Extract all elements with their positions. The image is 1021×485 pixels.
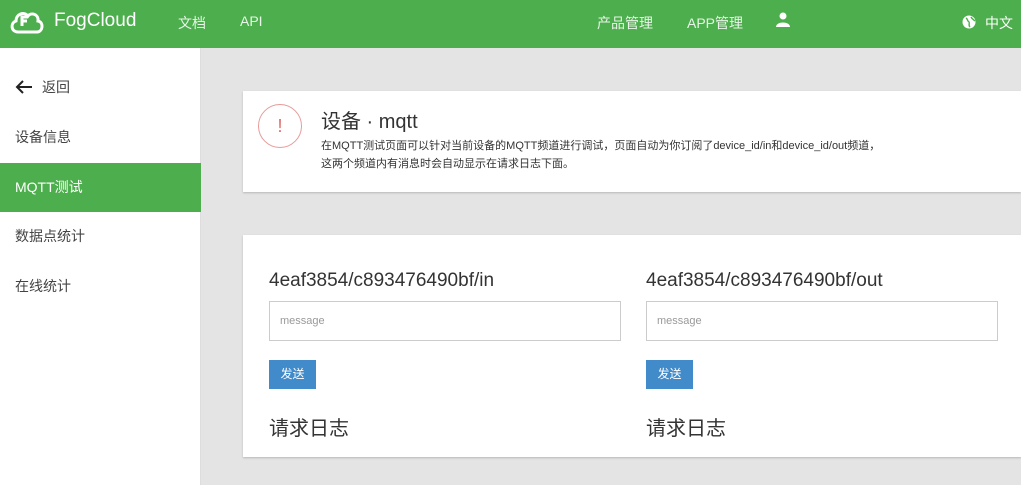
message-in-input[interactable] xyxy=(269,301,621,341)
back-link[interactable]: 返回 xyxy=(0,63,201,112)
arrow-left-icon xyxy=(15,80,32,94)
description-line: 在MQTT测试页面可以针对当前设备的MQTT频道进行调试，页面自动为你订阅了de… xyxy=(321,140,881,152)
nav-product-management[interactable]: 产品管理 xyxy=(597,13,653,33)
back-label: 返回 xyxy=(42,79,70,95)
sidebar-item-device-info[interactable]: 设备信息 xyxy=(0,113,201,162)
sidebar-item-mqtt-test[interactable]: MQTT测试 xyxy=(0,163,201,212)
request-log-out-title: 请求日志 xyxy=(646,418,726,440)
page-title: 设备 · mqtt xyxy=(321,111,418,133)
language-switch[interactable]: 中文 xyxy=(985,13,1013,33)
info-card: ! 设备 · mqtt 在MQTT测试页面可以针对当前设备的MQTT频道进行调试… xyxy=(243,91,1021,192)
warning-icon: ! xyxy=(258,104,302,148)
sidebar-item-online-stats[interactable]: 在线统计 xyxy=(0,262,201,311)
request-log-in-title: 请求日志 xyxy=(269,418,349,440)
sidebar-item-datapoint-stats[interactable]: 数据点统计 xyxy=(0,212,201,261)
mqtt-card: 4eaf3854/c893476490bf/in 发送 请求日志 4eaf385… xyxy=(243,235,1021,457)
send-out-button[interactable]: 发送 xyxy=(646,360,693,389)
send-in-button[interactable]: 发送 xyxy=(269,360,316,389)
globe-icon[interactable] xyxy=(962,15,976,29)
description-line: 这两个频道内有消息时会自动显示在请求日志下面。 xyxy=(321,158,574,170)
user-icon[interactable] xyxy=(775,11,791,27)
fogcloud-logo-icon[interactable] xyxy=(8,6,46,36)
brand-name[interactable]: FogCloud xyxy=(54,10,136,32)
nav-docs[interactable]: 文档 xyxy=(178,13,206,33)
topic-out-label: 4eaf3854/c893476490bf/out xyxy=(646,270,883,291)
message-out-input[interactable] xyxy=(646,301,998,341)
topic-in-label: 4eaf3854/c893476490bf/in xyxy=(269,270,495,291)
nav-app-management[interactable]: APP管理 xyxy=(687,13,743,33)
top-navbar: FogCloud 文档 API 产品管理 APP管理 中文 xyxy=(0,0,1021,48)
nav-api[interactable]: API xyxy=(240,13,263,29)
page-description: 在MQTT测试页面可以针对当前设备的MQTT频道进行调试，页面自动为你订阅了de… xyxy=(321,137,941,173)
sidebar: 返回 设备信息 MQTT测试 数据点统计 在线统计 xyxy=(0,48,201,485)
